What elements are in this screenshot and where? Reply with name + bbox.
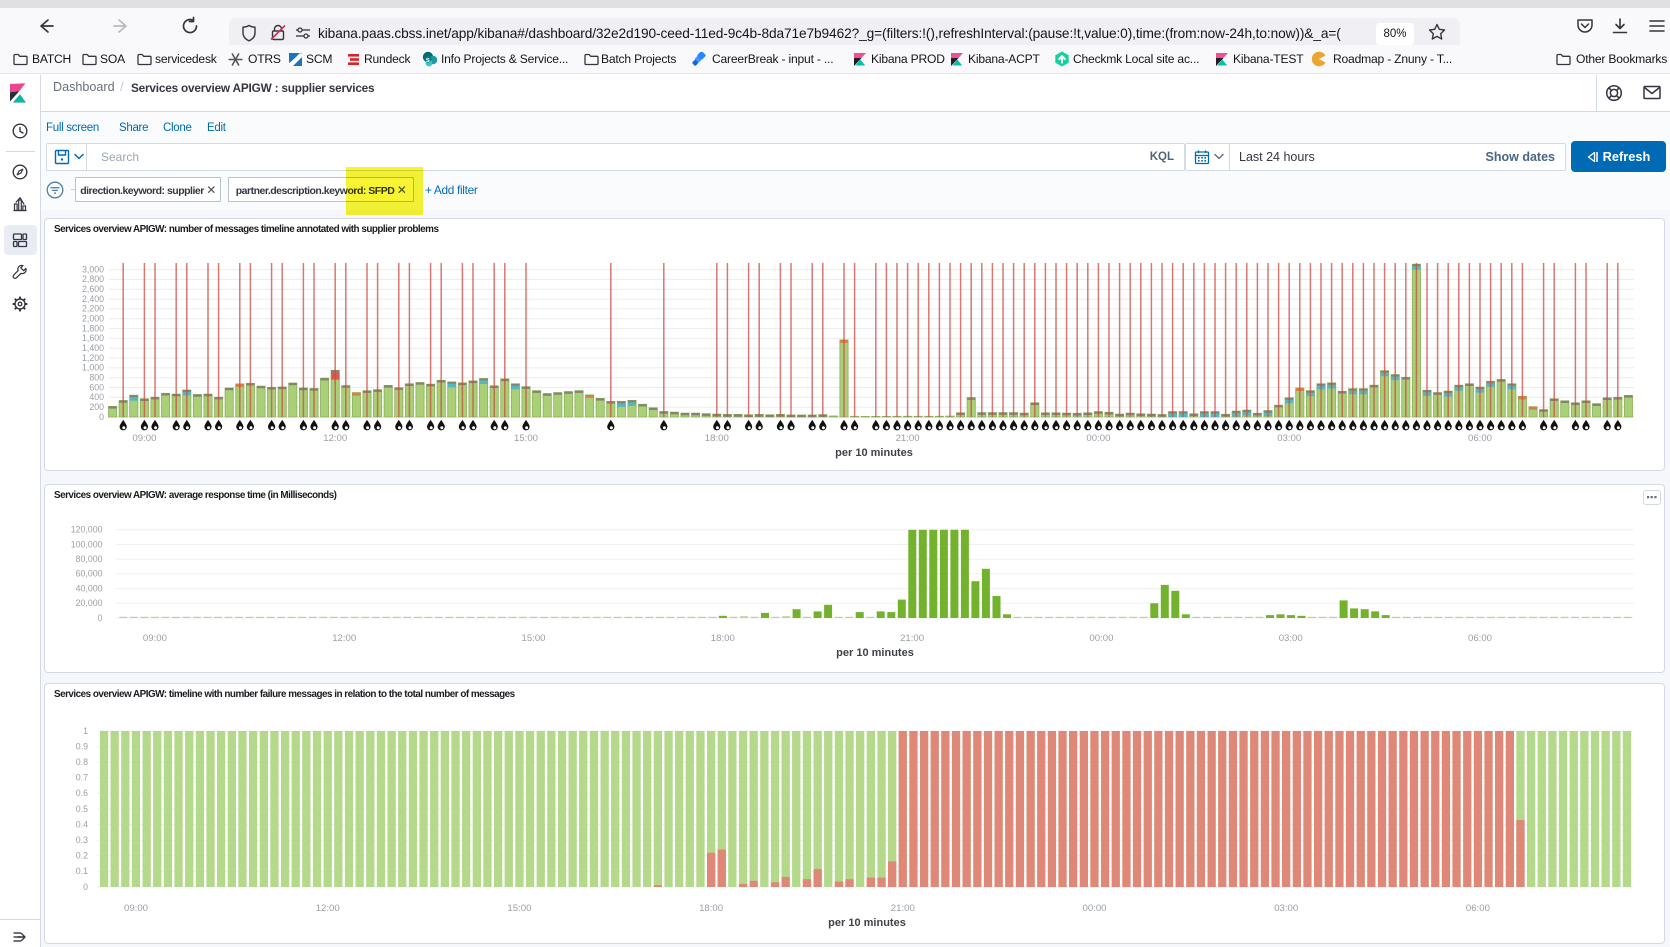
svg-text:200: 200 xyxy=(89,402,104,412)
svg-text:1,000: 1,000 xyxy=(82,363,104,373)
svg-text:21:00: 21:00 xyxy=(891,903,915,914)
svg-text:0.2: 0.2 xyxy=(76,851,88,861)
svg-text:0.3: 0.3 xyxy=(76,835,88,845)
svg-text:0.7: 0.7 xyxy=(76,773,88,783)
svg-text:2,200: 2,200 xyxy=(82,304,104,314)
svg-text:1,600: 1,600 xyxy=(82,333,104,343)
svg-text:1,200: 1,200 xyxy=(82,353,104,363)
svg-text:12:00: 12:00 xyxy=(323,433,347,444)
svg-text:1: 1 xyxy=(83,726,88,736)
svg-text:0.4: 0.4 xyxy=(76,819,88,829)
svg-text:1,800: 1,800 xyxy=(82,323,104,333)
svg-text:0.5: 0.5 xyxy=(76,804,88,814)
svg-text:per 10 minutes: per 10 minutes xyxy=(828,917,906,929)
svg-text:0.8: 0.8 xyxy=(76,757,88,767)
svg-text:09:00: 09:00 xyxy=(132,433,156,444)
svg-text:21:00: 21:00 xyxy=(896,433,920,444)
svg-text:0: 0 xyxy=(83,882,88,892)
svg-text:18:00: 18:00 xyxy=(699,903,723,914)
svg-text:12:00: 12:00 xyxy=(332,633,356,644)
svg-text:80,000: 80,000 xyxy=(76,554,103,564)
svg-text:03:00: 03:00 xyxy=(1274,903,1298,914)
svg-text:03:00: 03:00 xyxy=(1277,433,1301,444)
svg-text:06:00: 06:00 xyxy=(1468,633,1492,644)
svg-text:2,600: 2,600 xyxy=(82,284,104,294)
svg-text:18:00: 18:00 xyxy=(711,633,735,644)
svg-text:20,000: 20,000 xyxy=(76,598,103,608)
svg-text:3,000: 3,000 xyxy=(82,264,104,274)
svg-text:40,000: 40,000 xyxy=(76,583,103,593)
svg-text:0.6: 0.6 xyxy=(76,788,88,798)
svg-text:12:00: 12:00 xyxy=(316,903,340,914)
svg-text:0: 0 xyxy=(99,412,104,422)
svg-text:600: 600 xyxy=(89,382,104,392)
svg-text:0: 0 xyxy=(98,613,103,623)
svg-text:400: 400 xyxy=(89,392,104,402)
svg-text:00:00: 00:00 xyxy=(1082,903,1106,914)
svg-text:120,000: 120,000 xyxy=(71,525,103,535)
svg-text:0.1: 0.1 xyxy=(76,866,88,876)
svg-text:60,000: 60,000 xyxy=(76,569,103,579)
svg-text:1,400: 1,400 xyxy=(82,343,104,353)
svg-text:15:00: 15:00 xyxy=(521,633,545,644)
svg-text:15:00: 15:00 xyxy=(514,433,538,444)
svg-text:800: 800 xyxy=(89,373,104,383)
svg-text:2,800: 2,800 xyxy=(82,274,104,284)
svg-text:s: s xyxy=(426,55,430,64)
svg-text:2,000: 2,000 xyxy=(82,314,104,324)
svg-text:18:00: 18:00 xyxy=(705,433,729,444)
svg-text:06:00: 06:00 xyxy=(1468,433,1492,444)
svg-text:per 10 minutes: per 10 minutes xyxy=(835,447,913,459)
svg-text:09:00: 09:00 xyxy=(143,633,167,644)
svg-text:0.9: 0.9 xyxy=(76,741,88,751)
svg-text:09:00: 09:00 xyxy=(124,903,148,914)
svg-text:03:00: 03:00 xyxy=(1279,633,1303,644)
svg-text:15:00: 15:00 xyxy=(507,903,531,914)
svg-text:2,400: 2,400 xyxy=(82,294,104,304)
svg-text:100,000: 100,000 xyxy=(71,539,103,549)
svg-text:00:00: 00:00 xyxy=(1086,433,1110,444)
svg-text:00:00: 00:00 xyxy=(1089,633,1113,644)
svg-text:per 10 minutes: per 10 minutes xyxy=(836,647,914,659)
svg-text:21:00: 21:00 xyxy=(900,633,924,644)
svg-text:06:00: 06:00 xyxy=(1466,903,1490,914)
